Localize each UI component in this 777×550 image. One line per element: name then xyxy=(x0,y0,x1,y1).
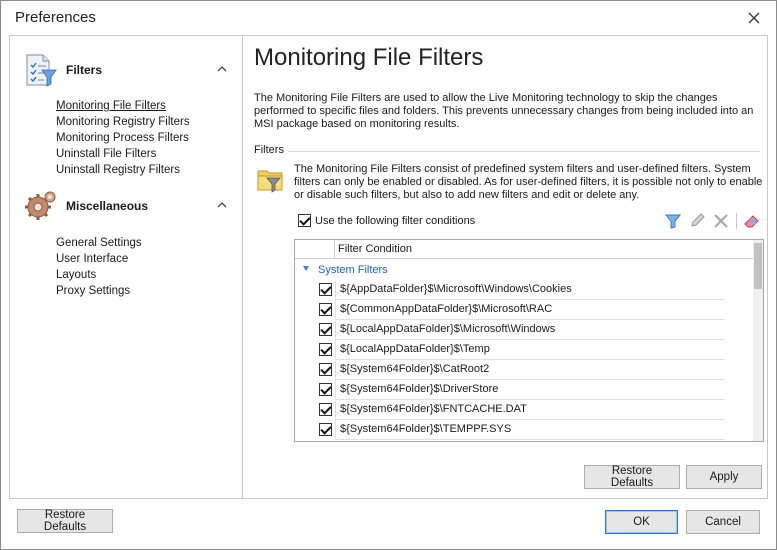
close-icon xyxy=(748,12,760,24)
row-checkbox[interactable] xyxy=(319,383,332,396)
table-row[interactable]: ${System64Folder}$\DriverStore xyxy=(295,380,755,400)
edit-filter-button[interactable] xyxy=(688,212,706,230)
sidebar-list-filters: Monitoring File Filters Monitoring Regis… xyxy=(56,98,190,178)
grid-group-row[interactable]: System Filters xyxy=(295,260,755,280)
close-button[interactable] xyxy=(736,5,772,31)
grid-header-checkbox-column xyxy=(295,240,335,259)
row-checkbox[interactable] xyxy=(319,423,332,436)
checklist-icon xyxy=(26,54,57,87)
scrollbar-thumb[interactable] xyxy=(754,243,762,289)
sidebar-item-uninstall-file-filters[interactable]: Uninstall File Filters xyxy=(56,146,190,162)
sidebar-item-proxy-settings[interactable]: Proxy Settings xyxy=(56,283,142,299)
page-title: Monitoring File Filters xyxy=(254,44,484,71)
table-row[interactable]: ${AppDataFolder}$\Microsoft\Windows\Cook… xyxy=(295,280,755,300)
sidebar-group-filters[interactable]: Filters xyxy=(24,50,234,90)
clear-filters-button[interactable] xyxy=(743,212,761,230)
use-filter-conditions-checkbox[interactable]: Use the following filter conditions xyxy=(298,214,475,227)
restore-defaults-button[interactable]: Restore Defaults xyxy=(584,465,680,489)
table-row[interactable]: ${LocalAppDataFolder}$\Microsoft\Windows xyxy=(295,320,755,340)
sidebar-item-uninstall-registry-filters[interactable]: Uninstall Registry Filters xyxy=(56,162,190,178)
filter-add-icon xyxy=(665,214,681,229)
main-panel: Monitoring File Filters The Monitoring F… xyxy=(244,36,767,498)
add-filter-button[interactable] xyxy=(664,212,682,230)
sidebar-item-general-settings[interactable]: General Settings xyxy=(56,235,142,251)
delete-x-icon xyxy=(714,214,728,228)
folder-filter-icon xyxy=(257,170,283,193)
sidebar-group-label-miscellaneous: Miscellaneous xyxy=(66,199,149,213)
eraser-icon xyxy=(744,215,759,228)
row-filter-condition: ${LocalAppDataFolder}$\Microsoft\Windows xyxy=(335,320,725,340)
sidebar: Filters Monitoring File Filters Monitori… xyxy=(10,36,243,498)
page-description: The Monitoring File Filters are used to … xyxy=(254,92,754,130)
apply-button[interactable]: Apply xyxy=(686,465,762,489)
sidebar-item-layouts[interactable]: Layouts xyxy=(56,267,142,283)
row-checkbox[interactable] xyxy=(319,363,332,376)
row-filter-condition: ${System64Folder}$\TEMPPF.SYS xyxy=(335,420,725,440)
preferences-window: Preferences Filters Monitoring File Filt… xyxy=(0,0,777,550)
title-bar: Preferences xyxy=(1,1,776,35)
column-header-filter-condition[interactable]: Filter Condition xyxy=(338,243,412,255)
sidebar-item-monitoring-file-filters[interactable]: Monitoring File Filters xyxy=(56,98,190,114)
footer-restore-defaults-button[interactable]: Restore Defaults xyxy=(17,509,113,533)
row-filter-condition: ${AppDataFolder}$\Microsoft\Windows\Cook… xyxy=(335,280,725,300)
sidebar-item-user-interface[interactable]: User Interface xyxy=(56,251,142,267)
grid-vertical-scrollbar[interactable] xyxy=(753,240,763,441)
section-label-filters: Filters xyxy=(254,144,284,156)
row-filter-condition: ${System64Folder}$\DriverStore xyxy=(335,380,725,400)
grid-header: Filter Condition xyxy=(295,240,755,259)
pencil-icon xyxy=(691,213,705,227)
section-divider xyxy=(288,151,760,152)
ok-button[interactable]: OK xyxy=(605,510,678,534)
checkbox[interactable] xyxy=(298,214,311,227)
row-checkbox[interactable] xyxy=(319,403,332,416)
chevron-up-icon[interactable] xyxy=(216,63,228,75)
sidebar-item-monitoring-registry-filters[interactable]: Monitoring Registry Filters xyxy=(56,114,190,130)
window-title: Preferences xyxy=(15,9,96,26)
grid-group-label: System Filters xyxy=(318,264,388,276)
filter-grid[interactable]: Filter Condition System Filters ${AppDat… xyxy=(294,239,764,442)
expand-triangle-icon[interactable] xyxy=(303,266,309,271)
filters-description: The Monitoring File Filters consist of p… xyxy=(294,163,763,201)
row-filter-condition: ${System64Folder}$\CatRoot2 xyxy=(335,360,725,380)
table-row[interactable]: ${System64Folder}$\FNTCACHE.DAT xyxy=(295,400,755,420)
cancel-button[interactable]: Cancel xyxy=(686,510,760,534)
row-checkbox[interactable] xyxy=(319,323,332,336)
sidebar-item-monitoring-process-filters[interactable]: Monitoring Process Filters xyxy=(56,130,190,146)
table-row[interactable]: ${System64Folder}$\CatRoot2 xyxy=(295,360,755,380)
row-checkbox[interactable] xyxy=(319,283,332,296)
sidebar-group-miscellaneous[interactable]: Miscellaneous xyxy=(24,186,234,226)
table-row[interactable]: ${System64Folder}$\TEMPPF.SYS xyxy=(295,420,755,440)
row-filter-condition: ${System64Folder}$\FNTCACHE.DAT xyxy=(335,400,725,420)
chevron-up-icon[interactable] xyxy=(216,199,228,211)
preferences-content: Filters Monitoring File Filters Monitori… xyxy=(9,35,768,499)
use-filter-conditions-label: Use the following filter conditions xyxy=(315,214,476,227)
row-filter-condition: ${LocalAppDataFolder}$\Temp xyxy=(335,340,725,360)
sidebar-list-miscellaneous: General Settings User Interface Layouts … xyxy=(56,235,142,299)
gears-icon xyxy=(25,191,56,220)
grid-toolbar xyxy=(664,212,761,230)
toolbar-separator xyxy=(736,213,737,229)
row-checkbox[interactable] xyxy=(319,303,332,316)
row-filter-condition: ${CommonAppDataFolder}$\Microsoft\RAC xyxy=(335,300,725,320)
table-row[interactable]: ${LocalAppDataFolder}$\Temp xyxy=(295,340,755,360)
sidebar-group-label-filters: Filters xyxy=(66,63,103,77)
row-checkbox[interactable] xyxy=(319,343,332,356)
table-row[interactable]: ${CommonAppDataFolder}$\Microsoft\RAC xyxy=(295,300,755,320)
delete-filter-button[interactable] xyxy=(712,212,730,230)
